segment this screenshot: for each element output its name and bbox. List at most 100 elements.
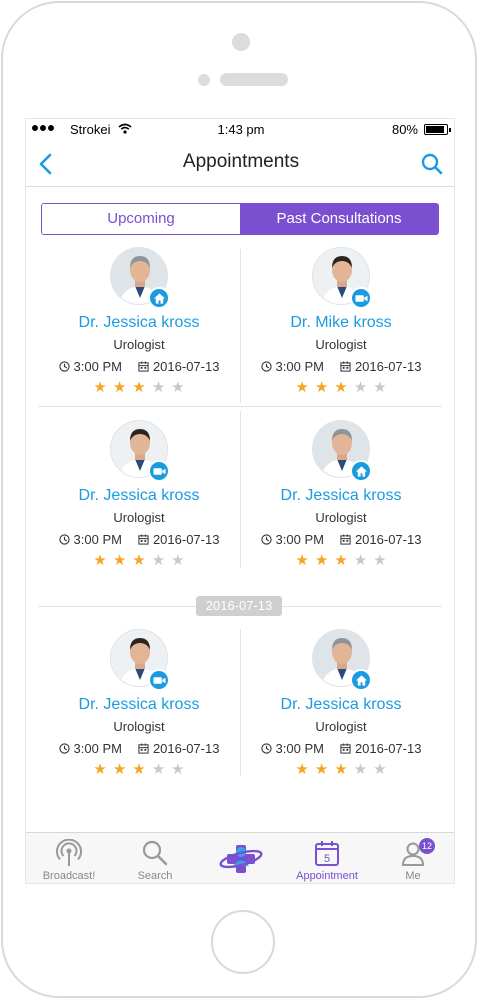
doctor-specialty: Urologist: [113, 510, 165, 525]
rating-stars: ★ ★ ★ ★ ★: [38, 378, 240, 396]
star-filled-icon: ★: [334, 761, 348, 778]
clock-icon: [58, 361, 70, 372]
doctor-specialty: Urologist: [315, 337, 367, 352]
tab-me[interactable]: 12 Me: [370, 833, 454, 883]
appointment-meta: 3:00 PM 2016-07-13: [38, 359, 240, 374]
appointment-meta: 3:00 PM 2016-07-13: [38, 532, 240, 547]
appointment-time: 3:00 PM: [73, 532, 122, 547]
clock-icon: [58, 743, 70, 754]
video-icon: [350, 287, 372, 309]
appointment-time: 3:00 PM: [73, 741, 122, 756]
appointment-date: 2016-07-13: [354, 532, 422, 547]
star-empty-icon: ★: [171, 379, 185, 396]
doctor-name[interactable]: Dr. Mike kross: [240, 314, 442, 332]
star-filled-icon: ★: [112, 552, 127, 569]
doctor-name[interactable]: Dr. Jessica kross: [240, 696, 442, 714]
doctor-name[interactable]: Dr. Jessica kross: [240, 487, 442, 505]
star-filled-icon: ★: [93, 761, 107, 778]
tab-upcoming[interactable]: Upcoming: [42, 204, 240, 234]
doctor-name[interactable]: Dr. Jessica kross: [38, 487, 240, 505]
appointment-meta: 3:00 PM 2016-07-13: [240, 532, 442, 547]
calendar-icon: [340, 361, 351, 372]
video-icon: [148, 669, 170, 691]
battery-percent: 80%: [391, 122, 418, 137]
appointment-segment-control: Upcoming Past Consultations: [41, 203, 439, 235]
appointment-meta: 3:00 PM 2016-07-13: [240, 359, 442, 374]
rating-stars: ★ ★ ★ ★ ★: [38, 760, 240, 778]
tab-home-logo[interactable]: [198, 833, 284, 883]
appointment-time: 3:00 PM: [275, 741, 324, 756]
appointment-time: 3:00 PM: [73, 359, 122, 374]
tab-search[interactable]: Search: [112, 833, 198, 883]
calendar-icon: [138, 361, 149, 372]
star-empty-icon: ★: [373, 552, 387, 569]
star-filled-icon: ★: [132, 552, 146, 569]
appointment-meta: 3:00 PM 2016-07-13: [240, 741, 442, 756]
search-icon[interactable]: [420, 152, 444, 176]
tab-past-consultations[interactable]: Past Consultations: [240, 204, 438, 234]
doctor-card[interactable]: Dr. Jessica kross Urologist 3:00 PM 2016-07…: [38, 629, 240, 801]
star-empty-icon: ★: [353, 379, 368, 396]
avatar: [312, 629, 372, 691]
star-empty-icon: ★: [151, 379, 166, 396]
star-filled-icon: ★: [112, 379, 127, 396]
doctor-name[interactable]: Dr. Jessica kross: [38, 314, 240, 332]
star-empty-icon: ★: [353, 552, 368, 569]
tab-label: Broadcast!: [42, 870, 96, 882]
doctor-card[interactable]: Dr. Jessica kross Urologist 3:00 PM 2016-07…: [240, 420, 442, 592]
star-empty-icon: ★: [373, 761, 387, 778]
star-filled-icon: ★: [295, 379, 309, 396]
star-empty-icon: ★: [151, 761, 166, 778]
rating-stars: ★ ★ ★ ★ ★: [240, 378, 442, 396]
star-filled-icon: ★: [132, 379, 146, 396]
home-button[interactable]: [211, 910, 275, 974]
star-empty-icon: ★: [353, 761, 368, 778]
video-icon: [148, 460, 170, 482]
rating-stars: ★ ★ ★ ★ ★: [240, 551, 442, 569]
tab-broadcast[interactable]: Broadcast!: [26, 833, 112, 883]
appointment-time: 3:00 PM: [275, 359, 324, 374]
appointment-date: 2016-07-13: [354, 359, 422, 374]
star-filled-icon: ★: [295, 552, 309, 569]
star-empty-icon: ★: [171, 552, 185, 569]
doctor-specialty: Urologist: [315, 510, 367, 525]
home-icon: [350, 460, 372, 482]
appointment-meta: 3:00 PM 2016-07-13: [38, 741, 240, 756]
rating-stars: ★ ★ ★ ★ ★: [38, 551, 240, 569]
star-empty-icon: ★: [171, 761, 185, 778]
proximity-sensor: [198, 74, 210, 86]
avatar: [110, 420, 170, 482]
avatar: [110, 629, 170, 691]
doctor-name[interactable]: Dr. Jessica kross: [38, 696, 240, 714]
appointment-time: 3:00 PM: [275, 532, 324, 547]
tab-label: Search: [137, 870, 173, 882]
front-camera: [232, 33, 250, 51]
appointment-date: 2016-07-13: [152, 359, 220, 374]
star-filled-icon: ★: [334, 379, 348, 396]
calendar-icon: [340, 743, 351, 754]
status-time: 1:43 pm: [217, 122, 265, 137]
star-empty-icon: ★: [373, 379, 387, 396]
doctor-card[interactable]: Dr. Mike kross Urologist 3:00 PM 2016-07-13…: [240, 247, 442, 419]
tab-label: Appointment: [296, 870, 358, 882]
avatar: [312, 420, 372, 482]
star-filled-icon: ★: [132, 761, 146, 778]
date-separator: 2016-07-13: [196, 596, 282, 616]
calendar-icon: 5: [315, 841, 339, 866]
navigation-bar: Appointments: [26, 141, 454, 187]
notification-badge: 12: [419, 838, 435, 854]
svg-text:5: 5: [324, 853, 330, 865]
tab-appointment[interactable]: 5 Appointment: [284, 833, 370, 883]
avatar: [110, 247, 170, 309]
home-icon: [148, 287, 170, 309]
star-filled-icon: ★: [295, 761, 309, 778]
app-screen: Strokei 1:43 pm 80% Appointments Upcomin…: [25, 118, 455, 884]
appointment-date: 2016-07-13: [152, 532, 220, 547]
doctor-card[interactable]: Dr. Jessica kross Urologist 3:00 PM 2016-07…: [240, 629, 442, 801]
doctor-specialty: Urologist: [113, 337, 165, 352]
doctor-card[interactable]: Dr. Jessica kross Urologist 3:00 PM 2016-07…: [38, 247, 240, 419]
doctor-specialty: Urologist: [113, 719, 165, 734]
doctor-card[interactable]: Dr. Jessica kross Urologist 3:00 PM 2016-07…: [38, 420, 240, 592]
star-empty-icon: ★: [151, 552, 166, 569]
doctor-specialty: Urologist: [315, 719, 367, 734]
